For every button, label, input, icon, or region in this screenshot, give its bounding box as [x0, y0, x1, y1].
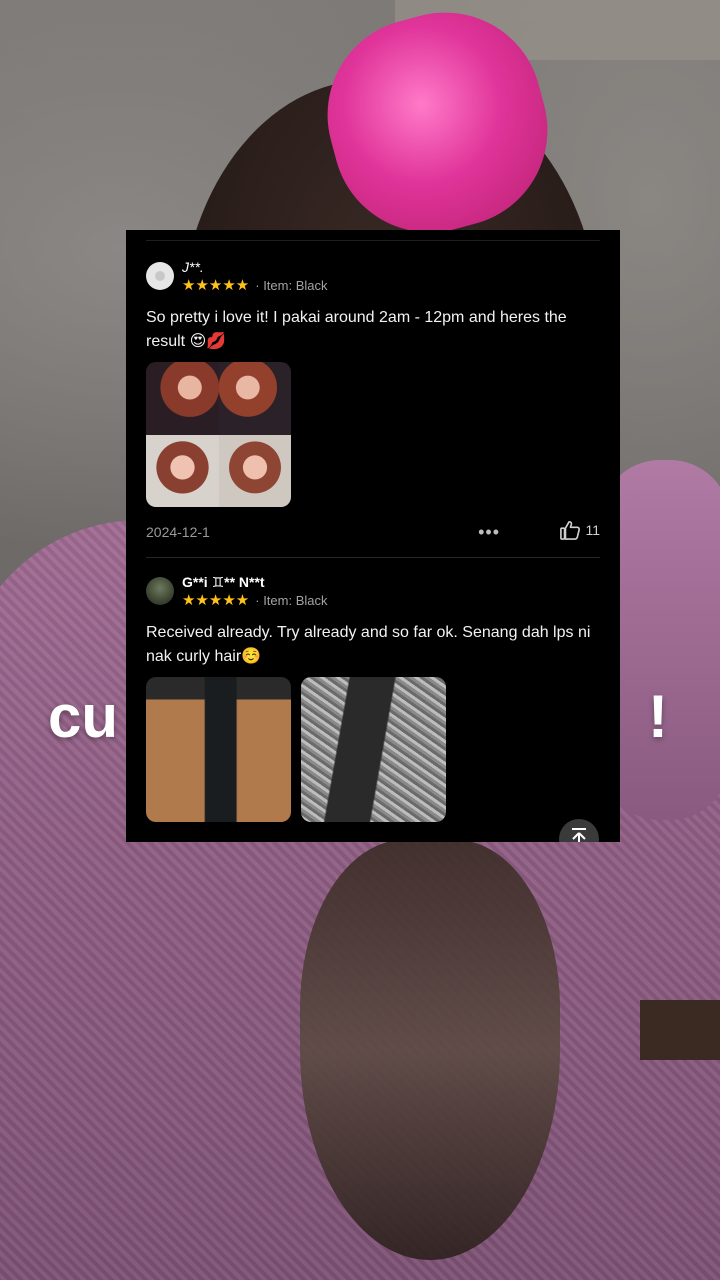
scroll-to-top-button[interactable]: [559, 819, 599, 842]
caption-right: !: [648, 683, 668, 750]
reviewer-name: G**i ♊** N**t: [182, 574, 265, 590]
star-rating-icon: ★★★★★: [182, 277, 250, 294]
avatar[interactable]: [146, 262, 174, 290]
review-item: J**. ★★★★★ · Item: Black So pretty i lov…: [146, 258, 600, 507]
like-button[interactable]: 11: [559, 520, 600, 540]
caption-left: cu: [48, 683, 119, 750]
review-item: G**i ♊** N**t ★★★★★ · Item: Black Receiv…: [146, 573, 600, 822]
review-meta: J**. ★★★★★ · Item: Black: [182, 258, 328, 294]
star-rating-icon: ★★★★★: [182, 592, 250, 609]
back-hair-shape: [300, 840, 560, 1260]
review-date: 2024-12-1: [146, 524, 210, 540]
rating-row: ★★★★★ · Item: Black: [182, 593, 328, 609]
review-text: So pretty i love it! I pakai around 2am …: [146, 309, 567, 350]
item-variant: · Item: Black: [255, 593, 328, 608]
thumbs-up-icon: [560, 521, 581, 540]
review-photo-grid[interactable]: [146, 362, 291, 507]
scroll-to-top-icon: [572, 828, 586, 842]
review-photos: [146, 677, 600, 822]
more-icon[interactable]: •••: [478, 522, 500, 543]
review-photo[interactable]: [146, 677, 291, 822]
reviews-panel: J**. ★★★★★ · Item: Black So pretty i lov…: [126, 230, 620, 842]
review-photo[interactable]: [301, 677, 446, 822]
review-header: J**. ★★★★★ · Item: Black: [146, 258, 600, 298]
reviewer-name: J**.: [182, 259, 204, 275]
review-photo[interactable]: [146, 434, 219, 507]
item-variant: · Item: Black: [255, 278, 328, 293]
review-photo[interactable]: [218, 362, 291, 435]
review-text: Received already. Try already and so far…: [146, 624, 591, 665]
review-photo[interactable]: [146, 362, 219, 435]
like-count: 11: [585, 522, 600, 538]
review-footer: 2024-12-1 ••• 11: [146, 520, 600, 544]
avatar[interactable]: [146, 577, 174, 605]
review-header: G**i ♊** N**t ★★★★★ · Item: Black: [146, 573, 600, 613]
top-divider: [146, 240, 600, 241]
review-divider: [146, 557, 600, 558]
chair-shape: [640, 1000, 720, 1060]
review-meta: G**i ♊** N**t ★★★★★ · Item: Black: [182, 573, 328, 609]
rating-row: ★★★★★ · Item: Black: [182, 278, 328, 294]
review-photo[interactable]: [218, 434, 291, 507]
